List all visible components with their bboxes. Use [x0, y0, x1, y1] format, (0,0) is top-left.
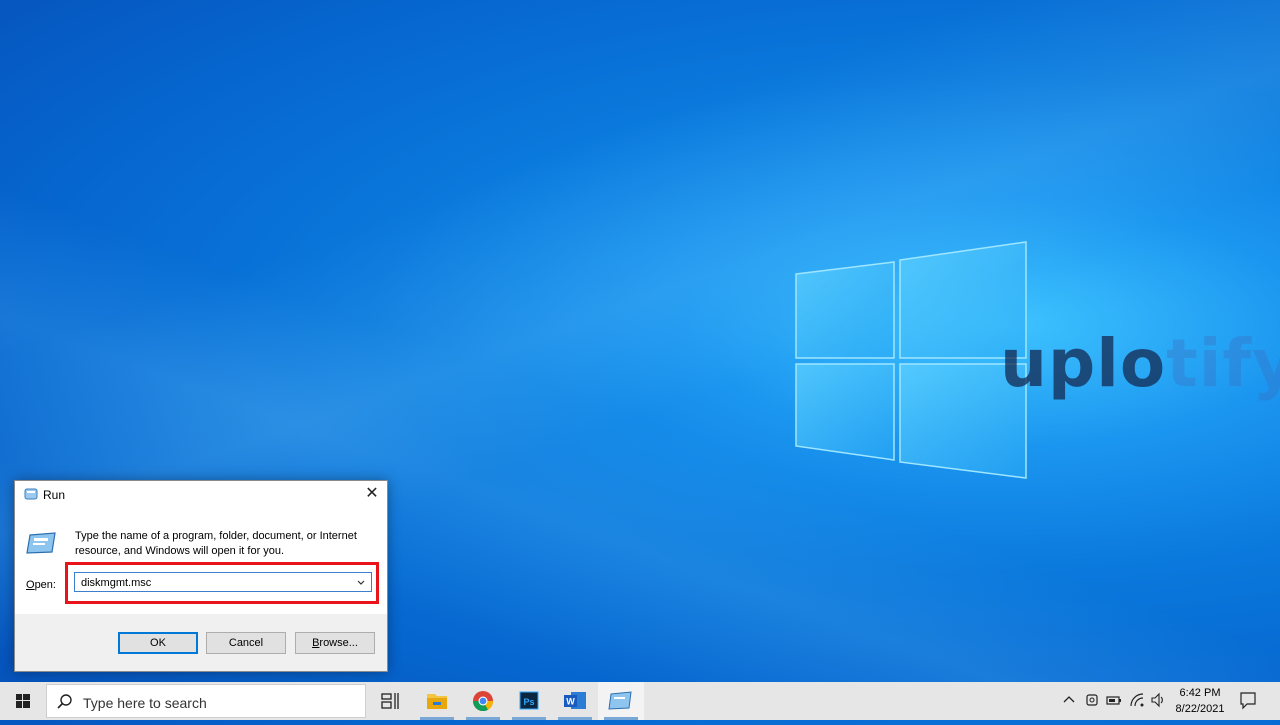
windows-start-icon	[16, 694, 30, 708]
dialog-titlebar[interactable]: Run ✕	[15, 481, 387, 509]
volume-icon[interactable]	[1150, 692, 1166, 708]
clock-date: 8/22/2021	[1175, 703, 1225, 715]
search-placeholder: Type here to search	[83, 695, 207, 711]
dialog-title: Run	[43, 488, 66, 502]
search-icon	[57, 694, 72, 709]
taskbar-app-file-explorer[interactable]	[414, 682, 460, 720]
run-large-icon	[26, 532, 56, 554]
clock-time: 6:42 PM	[1179, 687, 1221, 699]
taskbar-app-chrome[interactable]	[460, 682, 506, 720]
chevron-up-icon[interactable]	[1061, 692, 1077, 708]
run-icon	[608, 691, 632, 710]
ok-button[interactable]: OK	[118, 632, 198, 654]
task-view-icon	[381, 693, 399, 709]
svg-text:W: W	[566, 697, 575, 707]
svg-text:Ps: Ps	[523, 697, 534, 707]
start-button[interactable]	[0, 682, 46, 720]
taskbar-app-word[interactable]: W	[552, 682, 598, 720]
watermark-dark-text: uplo	[1000, 325, 1167, 402]
folder-icon	[427, 694, 447, 709]
dialog-description: Type the name of a program, folder, docu…	[75, 530, 357, 557]
notification-icon[interactable]	[1238, 690, 1258, 710]
close-button[interactable]: ✕	[357, 481, 387, 509]
meet-now-icon[interactable]	[1084, 692, 1100, 708]
browse-label: rowse...	[319, 637, 358, 649]
open-label-accesskey: O	[26, 579, 35, 591]
open-label: Open:	[26, 579, 56, 591]
taskbar-clock[interactable]: 6:42 PM 8/22/2021	[1166, 685, 1234, 717]
chrome-icon	[472, 691, 494, 712]
photoshop-icon: Ps	[519, 691, 539, 710]
watermark-light-text: tify	[1166, 325, 1280, 402]
taskbar-app-run[interactable]	[598, 682, 644, 720]
taskbar: Type here to search Ps W 6:42 PM 8/22/20…	[0, 682, 1280, 720]
red-highlight-box	[65, 562, 379, 604]
open-label-text: pen:	[34, 579, 56, 591]
task-view-button[interactable]	[367, 682, 413, 720]
taskbar-app-photoshop[interactable]: Ps	[506, 682, 552, 720]
windows-wallpaper-logo	[795, 241, 1027, 479]
wifi-icon[interactable]	[1129, 692, 1145, 708]
word-icon: W	[564, 692, 586, 709]
uplotify-watermark: uplotify	[1000, 325, 1280, 402]
battery-icon[interactable]	[1106, 692, 1122, 708]
run-icon	[24, 488, 38, 500]
close-icon: ✕	[365, 485, 379, 502]
run-dialog: Run ✕ Type the name of a program, folder…	[14, 480, 388, 672]
browse-button[interactable]: Browse...	[295, 632, 375, 654]
taskbar-search-box[interactable]: Type here to search	[46, 684, 366, 718]
cancel-button[interactable]: Cancel	[206, 632, 286, 654]
